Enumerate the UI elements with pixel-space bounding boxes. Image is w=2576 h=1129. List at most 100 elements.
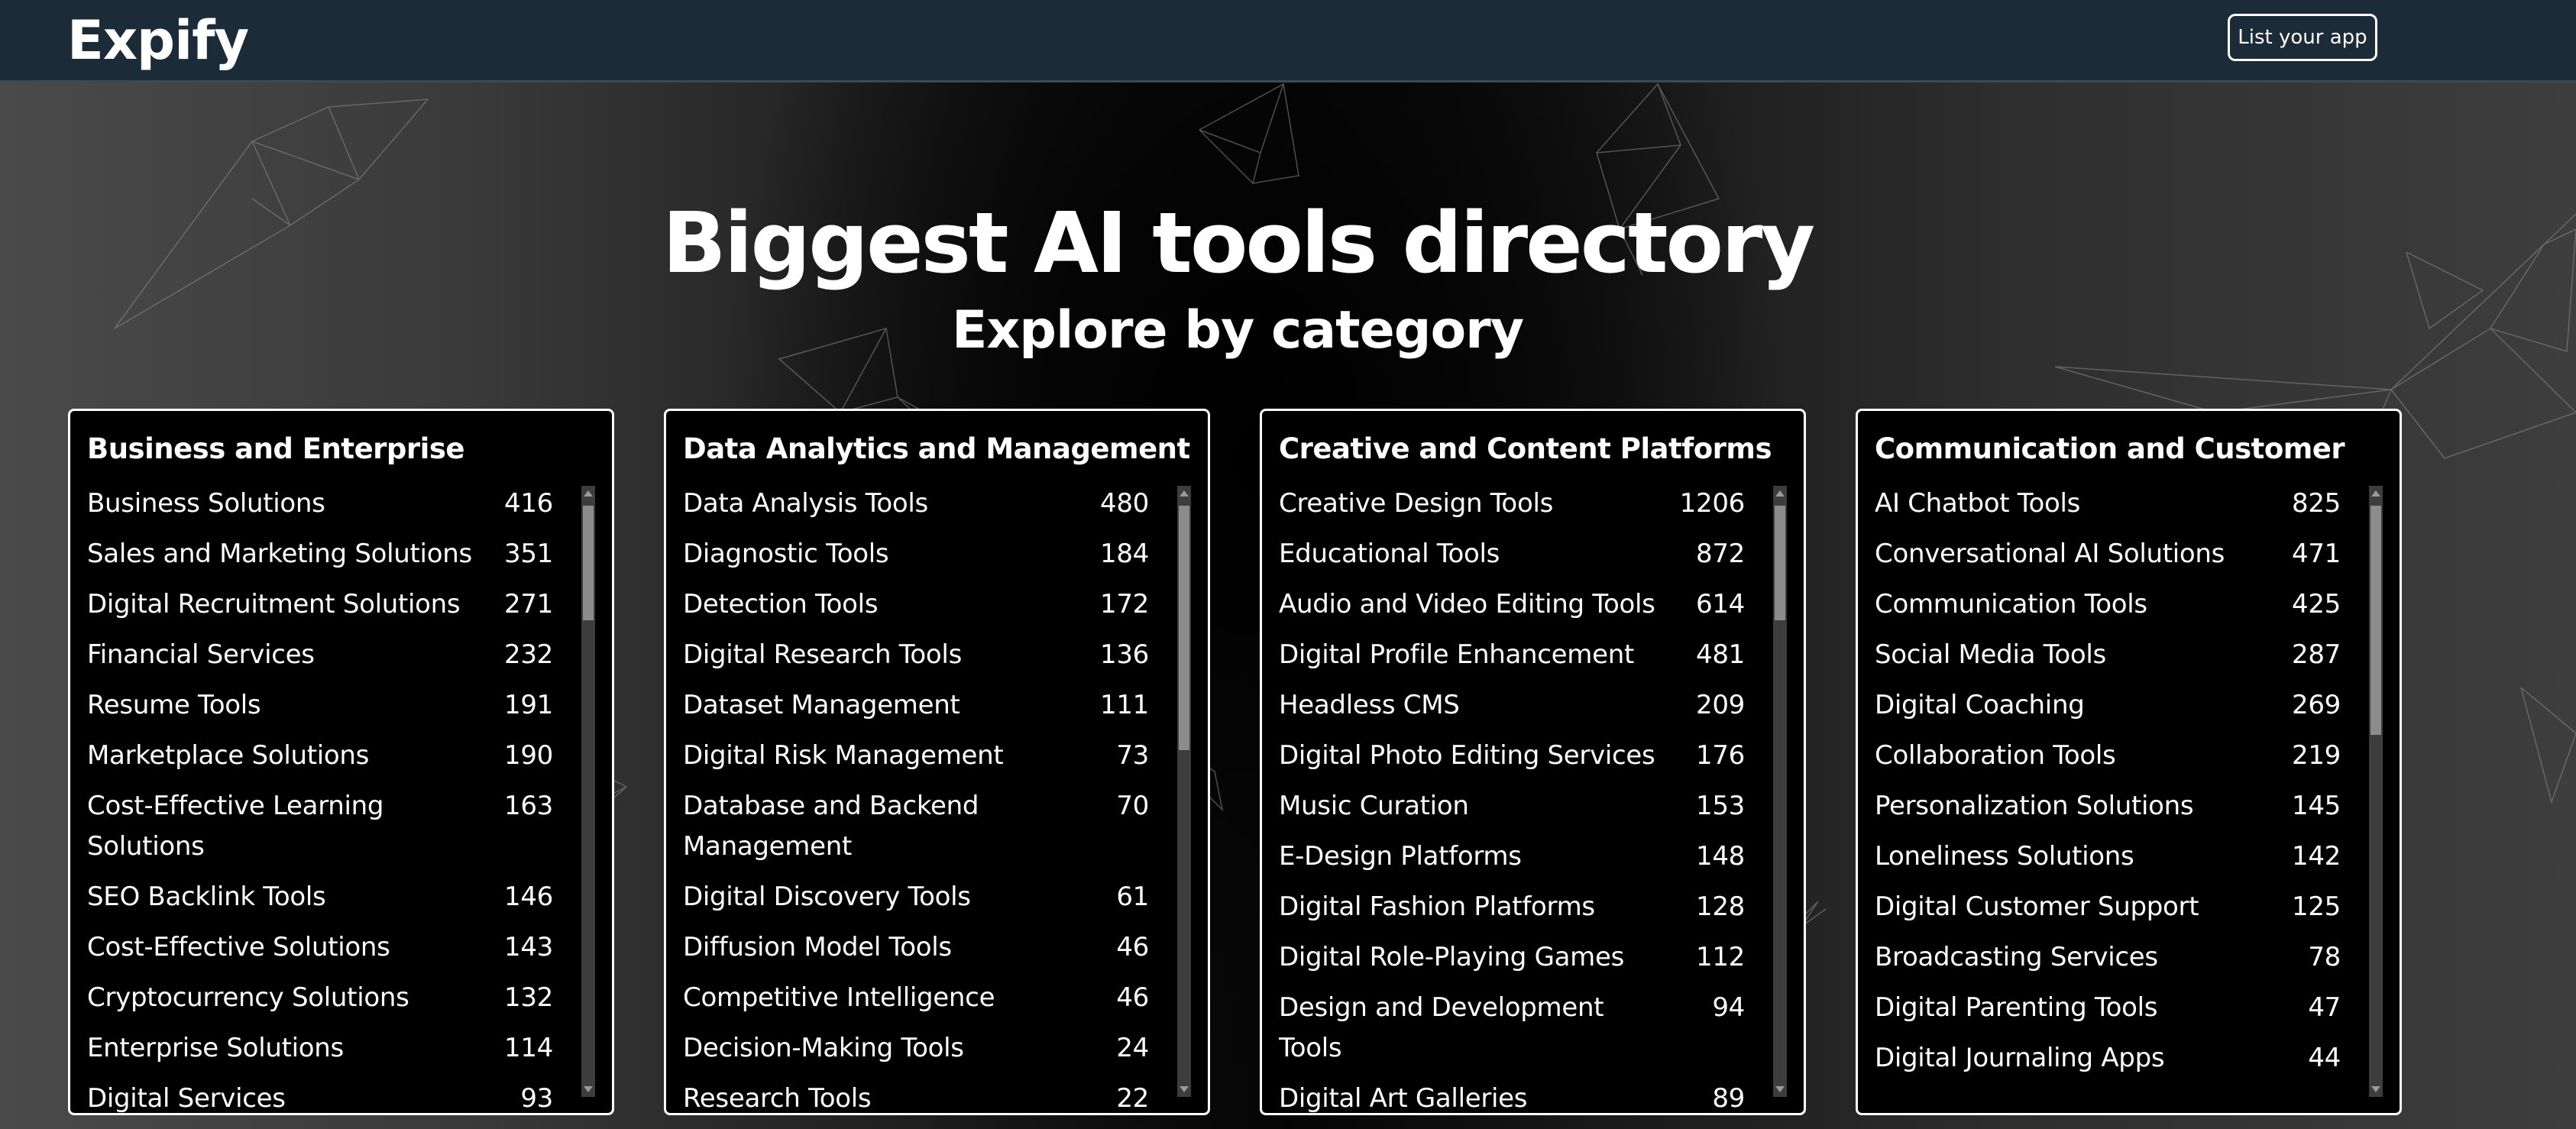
category-item[interactable]: Digital Art Galleries 89 bbox=[1279, 1079, 1745, 1113]
category-item[interactable]: Collaboration Tools 219 bbox=[1875, 736, 2341, 776]
category-item[interactable]: Digital Profile Enhancement 481 bbox=[1279, 635, 1745, 675]
site-logo[interactable]: Expify bbox=[67, 6, 249, 75]
category-item-name[interactable]: Business Solutions bbox=[87, 484, 477, 524]
category-item[interactable]: Data Analysis Tools 480 bbox=[683, 484, 1149, 524]
category-item[interactable]: Enterprise Solutions 114 bbox=[87, 1028, 553, 1069]
category-item-name[interactable]: Digital Fashion Platforms bbox=[1279, 887, 1668, 927]
category-item[interactable]: Digital Risk Management 73 bbox=[683, 736, 1149, 776]
category-item-name[interactable]: Digital Discovery Tools bbox=[683, 877, 1073, 917]
category-item-name[interactable]: Personalization Solutions bbox=[1875, 786, 2264, 827]
category-item[interactable]: Digital Customer Support 125 bbox=[1875, 887, 2341, 927]
category-item[interactable]: Database and Backend Management 70 bbox=[683, 786, 1149, 867]
scroll-up-arrow-icon[interactable] bbox=[1180, 490, 1189, 497]
category-item-name[interactable]: Decision-Making Tools bbox=[683, 1028, 1073, 1069]
scrollbar-thumb[interactable] bbox=[583, 506, 594, 620]
category-item-name[interactable]: Digital Risk Management bbox=[683, 736, 1073, 776]
category-item-name[interactable]: Financial Services bbox=[87, 635, 477, 675]
category-list[interactable]: Business Solutions 416 Sales and Marketing… bbox=[87, 484, 553, 1113]
category-item[interactable]: Competitive Intelligence 46 bbox=[683, 978, 1149, 1018]
scrollbar-thumb[interactable] bbox=[2371, 506, 2381, 735]
category-scrollbar[interactable] bbox=[1177, 486, 1191, 1097]
category-item-name[interactable]: Sales and Marketing Solutions bbox=[87, 534, 477, 574]
category-item[interactable]: Digital Fashion Platforms 128 bbox=[1279, 887, 1745, 927]
category-item-name[interactable]: Social Media Tools bbox=[1875, 635, 2264, 675]
category-item-name[interactable]: Digital Coaching bbox=[1875, 685, 2264, 726]
category-list[interactable]: Creative Design Tools 1206 Educational Too… bbox=[1279, 484, 1745, 1113]
category-item[interactable]: Music Curation 153 bbox=[1279, 786, 1745, 827]
category-item-name[interactable]: Digital Photo Editing Services bbox=[1279, 736, 1668, 776]
category-item-name[interactable]: Cost-Effective Learning Solutions bbox=[87, 786, 477, 867]
category-item[interactable]: Cost-Effective Learning Solutions 163 bbox=[87, 786, 553, 867]
category-item-name[interactable]: Broadcasting Services bbox=[1875, 937, 2264, 978]
category-item-name[interactable]: Research Tools bbox=[683, 1079, 1073, 1113]
category-item-name[interactable]: Detection Tools bbox=[683, 584, 1073, 625]
category-item[interactable]: Digital Recruitment Solutions 271 bbox=[87, 584, 553, 625]
category-item-name[interactable]: Data Analysis Tools bbox=[683, 484, 1073, 524]
category-item[interactable]: Cryptocurrency Solutions 132 bbox=[87, 978, 553, 1018]
category-item[interactable]: E-Design Platforms 148 bbox=[1279, 836, 1745, 877]
category-item[interactable]: Creative Design Tools 1206 bbox=[1279, 484, 1745, 524]
category-item[interactable]: Educational Tools 872 bbox=[1279, 534, 1745, 574]
category-item[interactable]: Broadcasting Services 78 bbox=[1875, 937, 2341, 978]
category-item-name[interactable]: Diffusion Model Tools bbox=[683, 927, 1073, 968]
category-item[interactable]: Social Media Tools 287 bbox=[1875, 635, 2341, 675]
category-item[interactable]: Audio and Video Editing Tools 614 bbox=[1279, 584, 1745, 625]
category-item-name[interactable]: Resume Tools bbox=[87, 685, 477, 726]
category-item-name[interactable]: Conversational AI Solutions bbox=[1875, 534, 2264, 574]
scrollbar-thumb[interactable] bbox=[1775, 506, 1785, 620]
category-item[interactable]: Communication Tools 425 bbox=[1875, 584, 2341, 625]
category-list[interactable]: Data Analysis Tools 480 Diagnostic Tools 18… bbox=[683, 484, 1149, 1113]
category-scrollbar[interactable] bbox=[581, 486, 595, 1097]
category-item-name[interactable]: Loneliness Solutions bbox=[1875, 836, 2264, 877]
category-item-name[interactable]: Digital Profile Enhancement bbox=[1279, 635, 1668, 675]
scroll-down-arrow-icon[interactable] bbox=[2371, 1086, 2380, 1092]
category-item-name[interactable]: Creative Design Tools bbox=[1279, 484, 1668, 524]
scroll-up-arrow-icon[interactable] bbox=[1775, 490, 1785, 497]
category-scrollbar[interactable] bbox=[2369, 486, 2383, 1097]
category-item-name[interactable]: AI Chatbot Tools bbox=[1875, 484, 2264, 524]
category-item[interactable]: AI Chatbot Tools 825 bbox=[1875, 484, 2341, 524]
list-your-app-button[interactable]: List your app bbox=[2228, 14, 2377, 61]
category-item-name[interactable]: Database and Backend Management bbox=[683, 786, 1073, 867]
category-item[interactable]: Business Solutions 416 bbox=[87, 484, 553, 524]
category-item[interactable]: Personalization Solutions 145 bbox=[1875, 786, 2341, 827]
category-item-name[interactable]: Digital Art Galleries bbox=[1279, 1079, 1668, 1113]
category-item-name[interactable]: Communication Tools bbox=[1875, 584, 2264, 625]
category-item-name[interactable]: Marketplace Solutions bbox=[87, 736, 477, 776]
category-item-name[interactable]: SEO Backlink Tools bbox=[87, 877, 477, 917]
category-item-name[interactable]: Diagnostic Tools bbox=[683, 534, 1073, 574]
category-item[interactable]: Research Tools 22 bbox=[683, 1079, 1149, 1113]
category-scrollbar[interactable] bbox=[1773, 486, 1787, 1097]
scroll-up-arrow-icon[interactable] bbox=[2371, 490, 2380, 497]
category-item-name[interactable]: Digital Research Tools bbox=[683, 635, 1073, 675]
category-item[interactable]: Conversational AI Solutions 471 bbox=[1875, 534, 2341, 574]
category-item-name[interactable]: Design and Development Tools bbox=[1279, 988, 1668, 1069]
category-item-name[interactable]: E-Design Platforms bbox=[1279, 836, 1668, 877]
category-item[interactable]: Digital Coaching 269 bbox=[1875, 685, 2341, 726]
category-item[interactable]: Headless CMS 209 bbox=[1279, 685, 1745, 726]
category-item[interactable]: SEO Backlink Tools 146 bbox=[87, 877, 553, 917]
category-item[interactable]: Dataset Management 111 bbox=[683, 685, 1149, 726]
category-item-name[interactable]: Digital Parenting Tools bbox=[1875, 988, 2264, 1028]
category-item[interactable]: Digital Parenting Tools 47 bbox=[1875, 988, 2341, 1028]
category-item-name[interactable]: Digital Journaling Apps bbox=[1875, 1038, 2264, 1079]
category-item[interactable]: Digital Photo Editing Services 176 bbox=[1279, 736, 1745, 776]
category-item-name[interactable]: Educational Tools bbox=[1279, 534, 1668, 574]
category-item-name[interactable]: Audio and Video Editing Tools bbox=[1279, 584, 1668, 625]
scrollbar-thumb[interactable] bbox=[1179, 506, 1189, 750]
category-item[interactable]: Decision-Making Tools 24 bbox=[683, 1028, 1149, 1069]
scroll-up-arrow-icon[interactable] bbox=[584, 490, 593, 497]
category-item-name[interactable]: Digital Services bbox=[87, 1079, 477, 1113]
scroll-down-arrow-icon[interactable] bbox=[584, 1086, 593, 1092]
category-item-name[interactable]: Digital Role-Playing Games bbox=[1279, 937, 1668, 978]
category-item[interactable]: Diffusion Model Tools 46 bbox=[683, 927, 1149, 968]
category-item-name[interactable]: Digital Customer Support bbox=[1875, 887, 2264, 927]
category-item[interactable]: Digital Research Tools 136 bbox=[683, 635, 1149, 675]
category-item-name[interactable]: Digital Recruitment Solutions bbox=[87, 584, 477, 625]
category-item-name[interactable]: Headless CMS bbox=[1279, 685, 1668, 726]
category-item[interactable]: Detection Tools 172 bbox=[683, 584, 1149, 625]
category-item[interactable]: Digital Discovery Tools 61 bbox=[683, 877, 1149, 917]
category-item[interactable]: Cost-Effective Solutions 143 bbox=[87, 927, 553, 968]
category-item-name[interactable]: Dataset Management bbox=[683, 685, 1073, 726]
scroll-down-arrow-icon[interactable] bbox=[1180, 1086, 1189, 1092]
